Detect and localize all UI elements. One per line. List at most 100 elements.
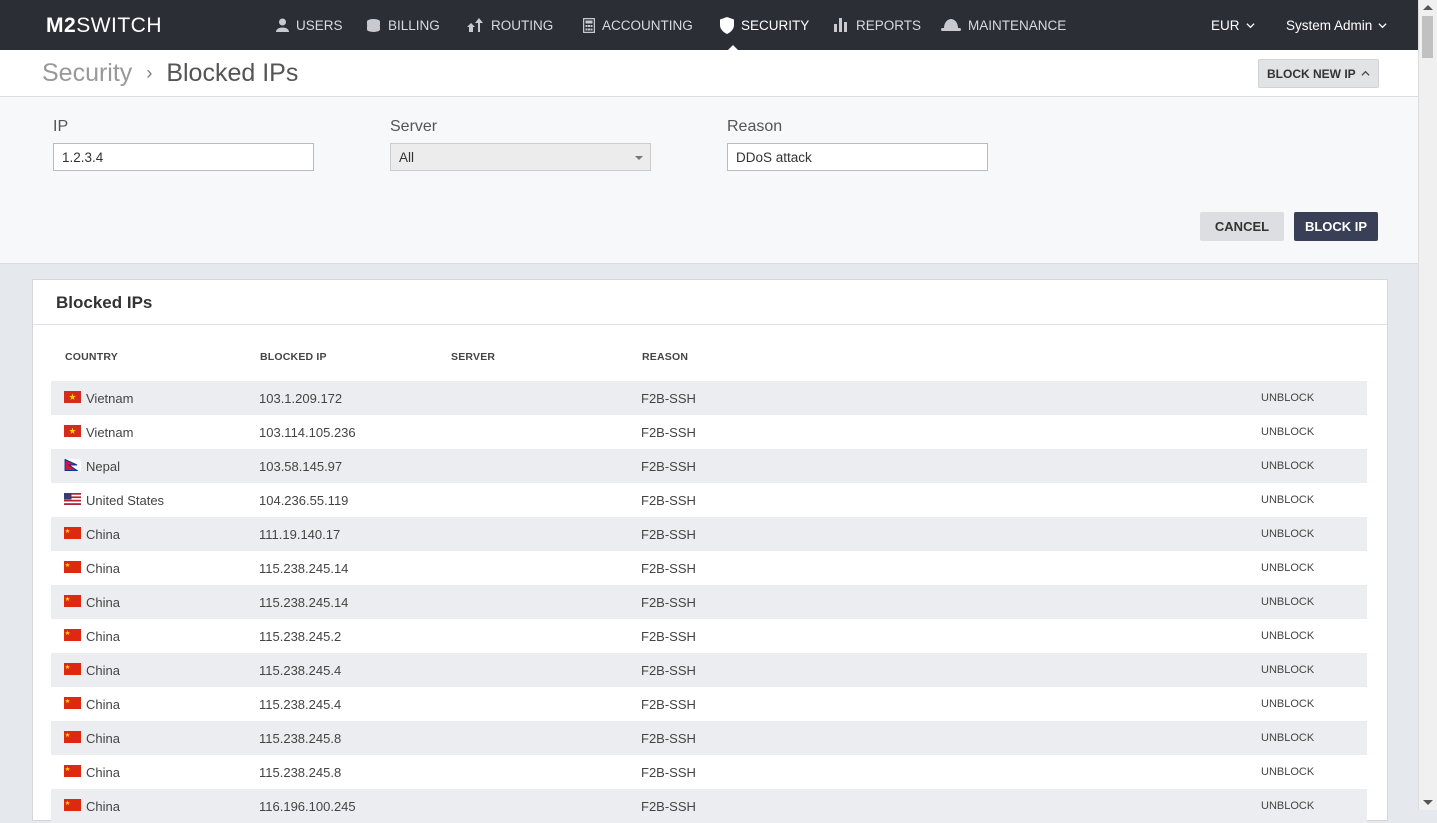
cell-country: Nepal: [86, 459, 120, 474]
cell-reason: F2B-SSH: [641, 731, 696, 746]
scrollbar-thumb[interactable]: [1422, 16, 1433, 58]
hard-hat-icon: [941, 18, 961, 31]
page-scrollbar[interactable]: [1418, 0, 1437, 810]
ip-input[interactable]: 1.2.3.4: [53, 143, 314, 171]
cn-flag-icon: [64, 765, 81, 777]
unblock-link[interactable]: UNBLOCK: [1261, 562, 1314, 574]
bar-chart-icon: [834, 18, 847, 32]
cell-country: China: [86, 561, 120, 576]
reason-input[interactable]: DDoS attack: [727, 143, 988, 171]
table-row: China 111.19.140.17 F2B-SSH UNBLOCK: [51, 517, 1367, 551]
unblock-link[interactable]: UNBLOCK: [1261, 664, 1314, 676]
cell-blocked-ip: 115.238.245.4: [259, 697, 342, 712]
coins-icon: [367, 18, 380, 32]
blocked-ips-card: Blocked IPs COUNTRY BLOCKED IP SERVER RE…: [32, 279, 1388, 823]
user-name-label: System Admin: [1286, 17, 1373, 33]
nav-billing[interactable]: BILLING: [366, 0, 440, 50]
server-field-label: Server: [390, 118, 438, 135]
cn-flag-icon: [64, 799, 81, 811]
cell-blocked-ip: 115.238.245.14: [259, 595, 349, 610]
cell-blocked-ip: 115.238.245.8: [259, 765, 342, 780]
server-select[interactable]: All: [390, 143, 651, 171]
cell-blocked-ip: 115.238.245.14: [259, 561, 349, 576]
nav-maintenance-label: MAINTENANCE: [968, 17, 1067, 33]
unblock-link[interactable]: UNBLOCK: [1261, 630, 1314, 642]
dropdown-arrow-icon: [635, 156, 643, 160]
unblock-link[interactable]: UNBLOCK: [1261, 698, 1314, 710]
cell-blocked-ip: 111.19.140.17: [259, 527, 341, 542]
cell-blocked-ip: 115.238.245.8: [259, 731, 342, 746]
table-row: China 115.238.245.14 F2B-SSH UNBLOCK: [51, 585, 1367, 619]
table-row: China 116.196.100.245 F2B-SSH UNBLOCK: [51, 789, 1367, 823]
currency-label: EUR: [1211, 17, 1240, 33]
table-row: China 115.238.245.4 F2B-SSH UNBLOCK: [51, 687, 1367, 721]
table-row: United States 104.236.55.119 F2B-SSH UNBLOC…: [51, 483, 1367, 517]
page-title: Blocked IPs: [166, 59, 299, 87]
cell-reason: F2B-SSH: [641, 425, 696, 440]
card-title: Blocked IPs: [56, 293, 153, 312]
cell-reason: F2B-SSH: [641, 561, 696, 576]
column-header-country: COUNTRY: [65, 351, 118, 363]
table-row: China 115.238.245.14 F2B-SSH UNBLOCK: [51, 551, 1367, 585]
unblock-link[interactable]: UNBLOCK: [1261, 494, 1314, 506]
unblock-link[interactable]: UNBLOCK: [1261, 800, 1314, 812]
cn-flag-icon: [64, 731, 81, 743]
cell-reason: F2B-SSH: [641, 799, 696, 814]
unblock-link[interactable]: UNBLOCK: [1261, 392, 1314, 404]
app-logo[interactable]: M2SWITCH: [46, 14, 162, 38]
block-new-ip-toggle-button[interactable]: BLOCK NEW IP: [1258, 59, 1379, 88]
unblock-link[interactable]: UNBLOCK: [1261, 528, 1314, 540]
nav-users[interactable]: USERS: [276, 0, 343, 50]
nav-routing[interactable]: ROUTING: [467, 0, 553, 50]
block-ip-form: IP 1.2.3.4 Server All Reason DDoS attack…: [0, 97, 1419, 264]
nav-billing-label: BILLING: [388, 17, 440, 33]
table-row: Nepal 103.58.145.97 F2B-SSH UNBLOCK: [51, 449, 1367, 483]
table-row: China 115.238.245.4 F2B-SSH UNBLOCK: [51, 653, 1367, 687]
cell-country: China: [86, 527, 120, 542]
breadcrumb-security-link[interactable]: Security: [42, 59, 132, 88]
unblock-link[interactable]: UNBLOCK: [1261, 766, 1314, 778]
currency-dropdown[interactable]: EUR: [1211, 0, 1255, 50]
blocked-ips-table-body: Vietnam 103.1.209.172 F2B-SSH UNBLOCK Vietna…: [51, 381, 1367, 823]
cn-flag-icon: [64, 527, 81, 539]
user-menu-dropdown[interactable]: System Admin: [1286, 0, 1387, 50]
chevron-down-icon: [1378, 22, 1387, 28]
vn-flag-icon: [64, 425, 81, 437]
cell-country: China: [86, 629, 120, 644]
nav-accounting[interactable]: ACCOUNTING: [583, 0, 693, 50]
nav-security[interactable]: SECURITY: [720, 0, 809, 50]
nav-users-label: USERS: [296, 17, 343, 33]
cell-blocked-ip: 115.238.245.2: [259, 629, 342, 644]
block-new-ip-label: BLOCK NEW IP: [1267, 66, 1356, 81]
cell-reason: F2B-SSH: [641, 765, 696, 780]
unblock-link[interactable]: UNBLOCK: [1261, 426, 1314, 438]
cell-country: China: [86, 697, 120, 712]
cn-flag-icon: [64, 697, 81, 709]
top-navbar: M2SWITCH USERS BILLING ROUTING ACCOUNTIN…: [0, 0, 1419, 50]
user-icon: [276, 18, 289, 32]
cancel-button[interactable]: CANCEL: [1200, 212, 1284, 241]
cn-flag-icon: [64, 561, 81, 573]
nav-maintenance[interactable]: MAINTENANCE: [941, 0, 1066, 50]
table-row: China 115.238.245.8 F2B-SSH UNBLOCK: [51, 721, 1367, 755]
nav-reports[interactable]: REPORTS: [834, 0, 921, 50]
unblock-link[interactable]: UNBLOCK: [1261, 732, 1314, 744]
unblock-link[interactable]: UNBLOCK: [1261, 596, 1314, 608]
column-header-reason: REASON: [642, 351, 689, 363]
table-row: Vietnam 103.114.105.236 F2B-SSH UNBLOCK: [51, 415, 1367, 449]
cell-blocked-ip: 103.1.209.172: [259, 391, 343, 406]
unblock-link[interactable]: UNBLOCK: [1261, 460, 1314, 472]
shield-icon: [720, 16, 734, 34]
chevron-up-icon: [1361, 70, 1370, 76]
routing-arrows-icon: [467, 18, 483, 32]
breadcrumb: Security › Blocked IPs: [42, 59, 298, 88]
scroll-up-arrow-icon[interactable]: [1423, 5, 1433, 10]
nav-security-label: SECURITY: [741, 17, 810, 33]
cell-blocked-ip: 103.58.145.97: [259, 459, 343, 474]
cn-flag-icon: [64, 663, 81, 675]
cn-flag-icon: [64, 629, 81, 641]
ip-field-label: IP: [53, 118, 69, 135]
scroll-down-arrow-icon[interactable]: [1423, 800, 1433, 805]
block-ip-button[interactable]: BLOCK IP: [1294, 212, 1378, 241]
cell-blocked-ip: 116.196.100.245: [259, 799, 356, 814]
